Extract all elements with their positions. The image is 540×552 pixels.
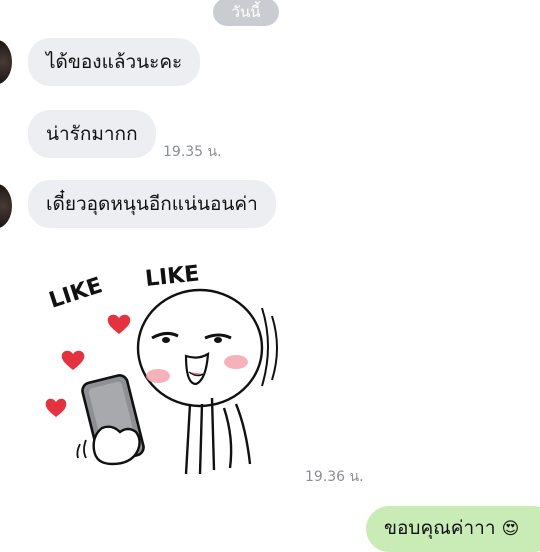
timestamp: 19.35 น. bbox=[163, 144, 222, 160]
character-hand bbox=[92, 425, 141, 466]
message-text: ได้ของแล้วนะคะ bbox=[46, 51, 183, 73]
timestamp: 19.36 น. bbox=[305, 469, 364, 485]
message-bubble-outgoing[interactable]: ขอบคุณค่าาา 😍 bbox=[366, 506, 540, 552]
blush bbox=[224, 355, 248, 369]
character-head bbox=[136, 288, 264, 408]
message-bubble-2[interactable]: น่ารักมากก bbox=[28, 110, 156, 158]
blush bbox=[146, 369, 170, 383]
like-sticker[interactable]: LIKE LIKE bbox=[40, 258, 290, 478]
avatar[interactable] bbox=[0, 40, 12, 84]
date-chip: วันนี้ bbox=[213, 0, 279, 26]
message-text: ขอบคุณค่าาา bbox=[384, 517, 496, 539]
message-bubble-1[interactable]: ได้ของแล้วนะคะ bbox=[28, 38, 201, 86]
message-text: เดี๋ยวอุดหนุนอีกแน่นอนค่า bbox=[46, 193, 258, 215]
motion-lines bbox=[261, 307, 278, 387]
heart-eyes-emoji: 😍 bbox=[501, 519, 520, 539]
avatar[interactable] bbox=[0, 184, 12, 228]
character-body bbox=[184, 397, 252, 475]
message-bubble-3[interactable]: เดี๋ยวอุดหนุนอีกแน่นอนค่า bbox=[28, 180, 276, 228]
sticker-text-2: LIKE bbox=[144, 261, 201, 292]
sticker-text-1: LIKE bbox=[46, 273, 105, 314]
message-text: น่ารักมากก bbox=[46, 123, 138, 145]
